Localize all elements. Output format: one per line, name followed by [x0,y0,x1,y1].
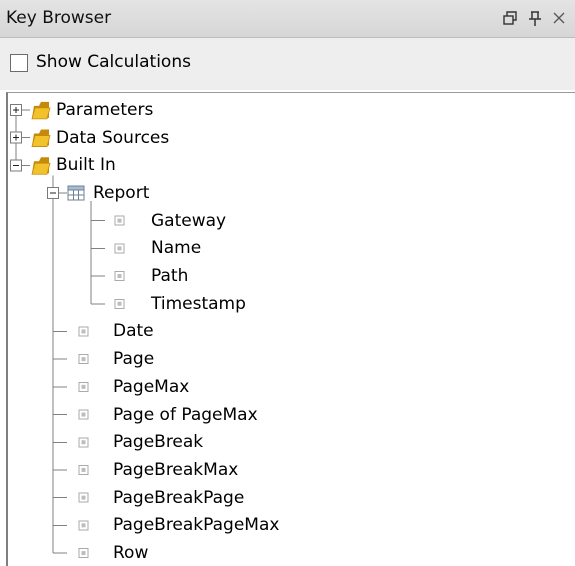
tree-leaf-pagebreak[interactable]: PageBreak [113,429,203,455]
tree-leaf-name[interactable]: Name [151,235,201,261]
show-calculations-checkbox[interactable] [10,54,28,72]
toolbar: Show Calculations [0,38,575,90]
key-item-icon [78,354,89,365]
tree-item-label: Parameters [56,99,154,120]
tree-leaf-page-of-pagemax[interactable]: Page of PageMax [113,402,258,428]
folder-icon [31,129,51,147]
tree-item-label: Report [93,182,150,203]
tree-item-label: Gateway [151,210,227,231]
show-calculations-label[interactable]: Show Calculations [36,52,191,72]
tree-node-report[interactable]: Report [93,180,149,206]
key-item-icon [78,409,89,420]
collapse-toggle-icon[interactable] [10,159,22,172]
tree-leaf-path[interactable]: Path [151,263,188,289]
pin-icon[interactable] [524,6,546,30]
tree-item-label: Page [113,349,155,370]
tree-node-data-sources[interactable]: Data Sources [56,125,169,151]
key-item-icon [114,215,125,226]
tree-item-label: PageMax [113,376,190,397]
tree-item-label: Name [151,238,202,259]
key-item-icon [78,437,89,448]
tree-item-label: Built In [56,155,116,176]
expand-toggle-icon[interactable] [10,131,22,144]
tree-item-label: PageBreakMax [113,459,239,480]
key-tree[interactable]: Parameters Data Sources Built In Report Gate… [6,92,575,566]
folder-icon [31,101,51,120]
tree-node-built-in[interactable]: Built In [56,152,116,178]
tree-leaf-pagebreakmax[interactable]: PageBreakMax [113,457,238,483]
tree-item-label: PageBreakPageMax [113,515,280,536]
tree-item-label: PageBreakPage [113,487,245,508]
key-item-icon [78,326,89,337]
tree-item-label: PageBreak [113,432,204,453]
tree-item-label: Row [113,543,149,564]
key-item-icon [78,464,89,475]
tree-leaf-row[interactable]: Row [113,540,148,566]
tree-item-label: Timestamp [151,293,246,314]
table-icon [67,185,85,201]
key-item-icon [78,381,89,392]
key-item-icon [114,271,125,282]
tree-leaf-gateway[interactable]: Gateway [151,208,226,234]
tree-leaf-pagebreakpage[interactable]: PageBreakPage [113,485,244,511]
panel-title: Key Browser [6,8,112,28]
expand-toggle-icon[interactable] [10,103,22,116]
close-icon[interactable] [548,6,570,30]
tree-leaf-pagebreakpagemax[interactable]: PageBreakPageMax [113,512,279,538]
key-item-icon [114,243,125,254]
panel-titlebar: Key Browser [0,0,575,38]
folder-icon [31,157,51,175]
key-item-icon [78,492,89,503]
tree-leaf-pagemax[interactable]: PageMax [113,374,189,400]
collapse-toggle-icon[interactable] [47,186,59,199]
tree-item-label: Date [113,321,154,342]
tree-item-label: Data Sources [56,127,170,148]
key-item-icon [78,548,89,559]
restore-icon[interactable] [499,6,521,30]
key-item-icon [114,298,125,309]
tree-node-parameters[interactable]: Parameters [56,97,153,123]
tree-leaf-timestamp[interactable]: Timestamp [151,291,246,317]
tree-leaf-date[interactable]: Date [113,318,154,344]
key-item-icon [78,520,89,531]
tree-item-label: Path [151,266,189,287]
tree-item-label: Page of PageMax [113,404,258,425]
tree-leaf-page[interactable]: Page [113,346,154,372]
